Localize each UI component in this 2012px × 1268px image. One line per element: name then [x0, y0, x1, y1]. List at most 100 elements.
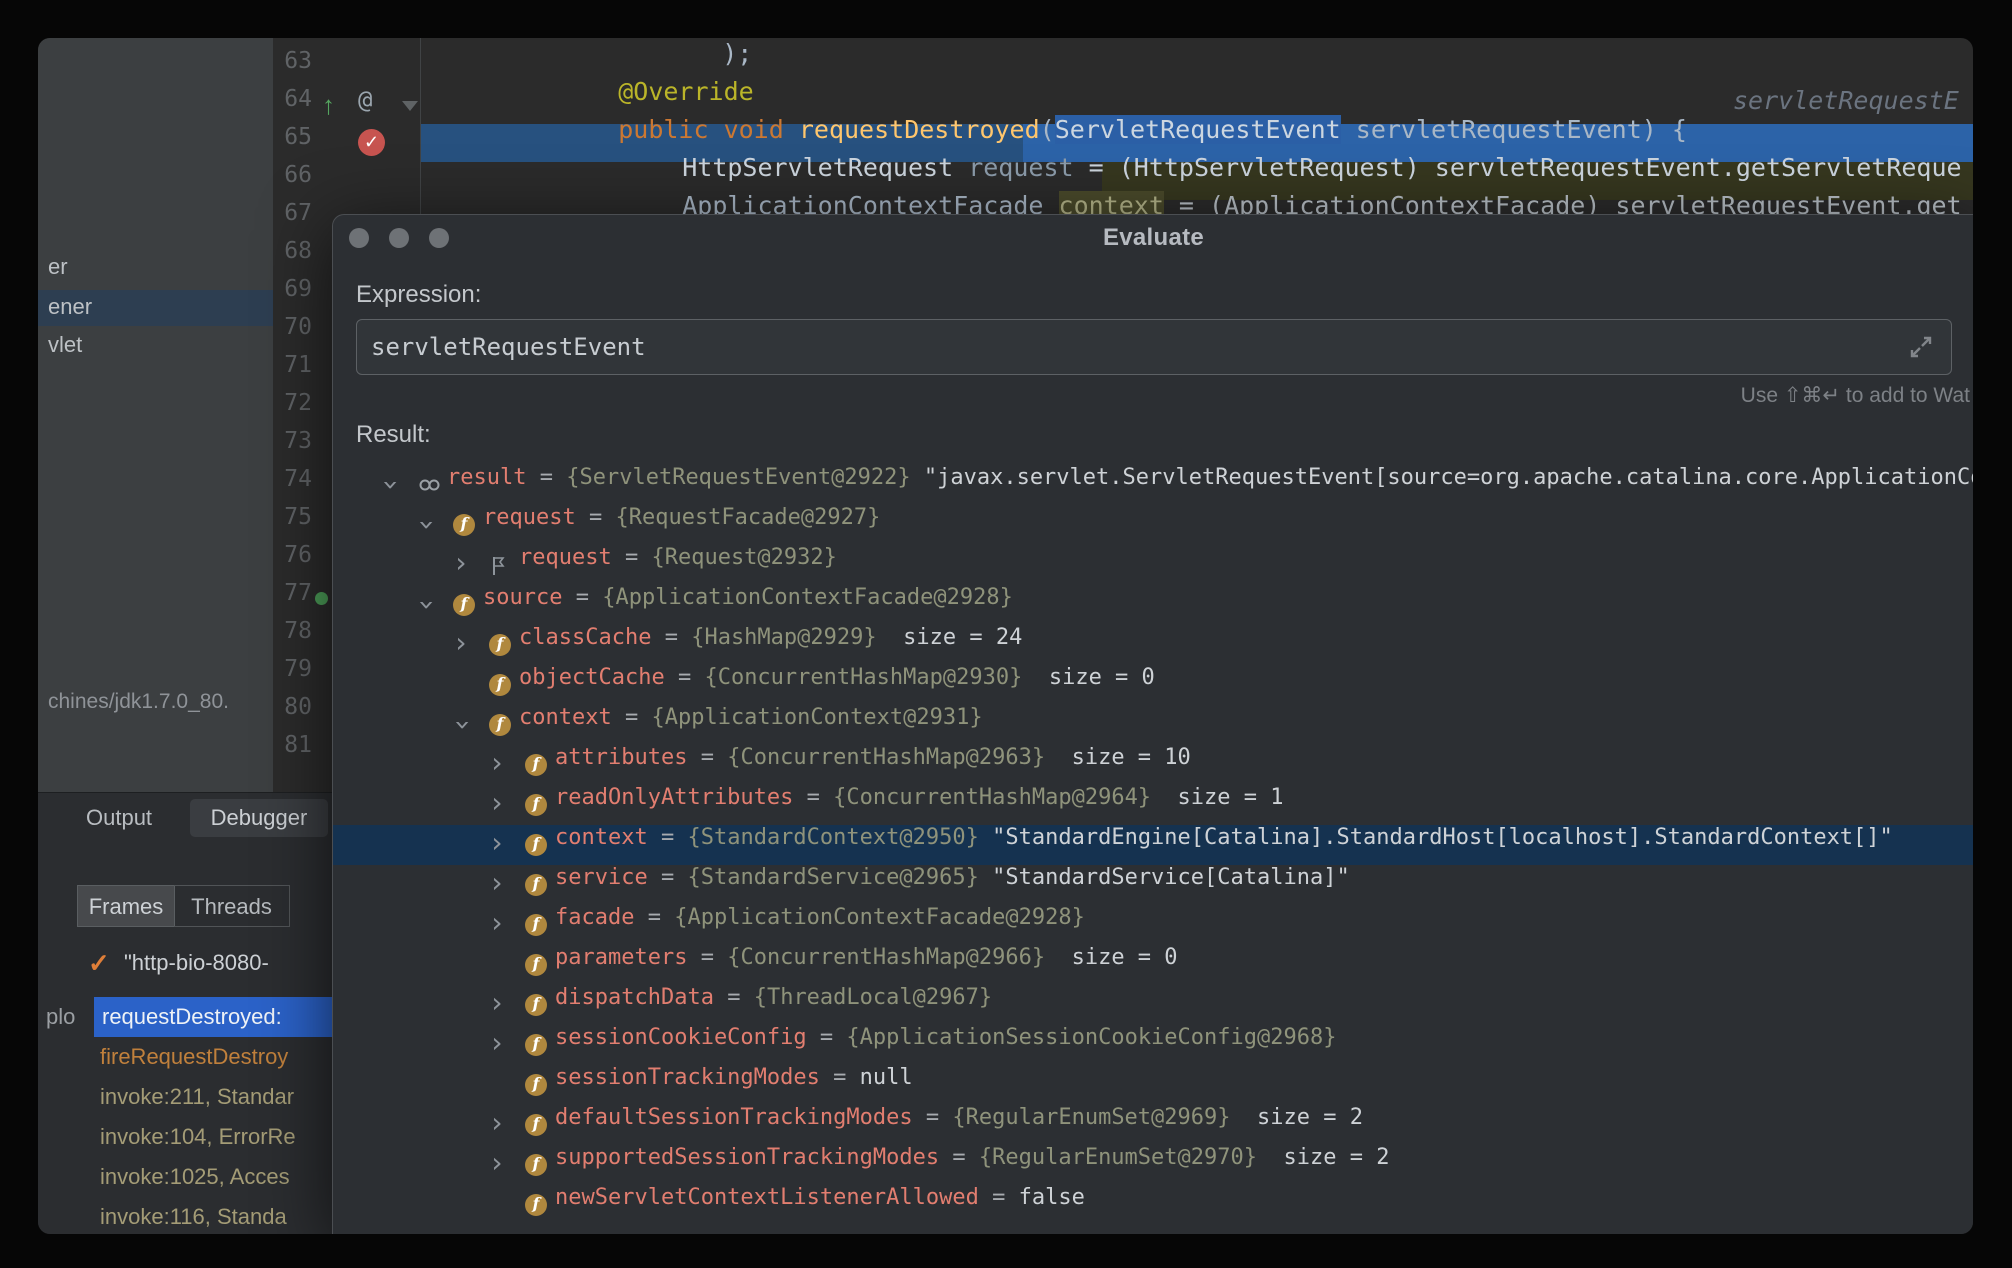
chevron-right-icon[interactable]: ›	[487, 865, 507, 905]
variable-value: {Request@2932}	[651, 545, 836, 570]
tree-row-text: context = {StandardContext@2950} "Standa…	[555, 825, 1893, 865]
breakpoint-icon[interactable]: ✓	[358, 129, 385, 156]
tree-row-facade[interactable]: ›ffacade = {ApplicationContextFacade@292…	[333, 905, 1973, 945]
tree-row-source[interactable]: ›fsource = {ApplicationContextFacade@292…	[333, 585, 1973, 625]
tree-row-text: classCache = {HashMap@2929} size = 24	[519, 625, 1022, 665]
stack-frame[interactable]: invoke:104, ErrorRe	[100, 1117, 296, 1157]
field-icon: f	[525, 1114, 547, 1136]
tree-row-sessionCookieConfig[interactable]: ›fsessionCookieConfig = {ApplicationSess…	[333, 1025, 1973, 1065]
chevron-right-icon[interactable]: ›	[487, 1145, 507, 1185]
chevron-right-icon[interactable]: ›	[487, 985, 507, 1025]
field-icon: f	[453, 514, 475, 536]
project-tree-item[interactable]: er	[48, 248, 68, 286]
variable-name: newServletContextListenerAllowed	[555, 1185, 979, 1210]
chevron-right-icon[interactable]: ›	[487, 1025, 507, 1065]
tree-row-text: request = {RequestFacade@2927}	[483, 505, 880, 545]
chevron-down-icon[interactable]: ›	[405, 515, 445, 535]
tree-row-text: context = {ApplicationContext@2931}	[519, 705, 983, 745]
variable-value: {ThreadLocal@2967}	[754, 985, 992, 1010]
tree-row-supportedSessionTrackingModes[interactable]: ›fsupportedSessionTrackingModes = {Regul…	[333, 1145, 1973, 1185]
chevron-right-icon[interactable]: ›	[487, 745, 507, 785]
tree-row-request[interactable]: ›request = {Request@2932}	[333, 545, 1973, 585]
variable-name: sessionTrackingModes	[555, 1065, 820, 1090]
variable-name: source	[483, 585, 562, 610]
variable-value: {RequestFacade@2927}	[615, 505, 880, 530]
chevron-down-icon[interactable]: ›	[405, 595, 445, 615]
ide-window: 63646566676869707172737475767778798081 ↑…	[38, 38, 1973, 1234]
field-icon: f	[525, 954, 547, 976]
stack-frame[interactable]: invoke:211, Standar	[100, 1077, 294, 1117]
equals-sign: =	[648, 825, 688, 850]
tree-row-dispatchData[interactable]: ›fdispatchData = {ThreadLocal@2967}	[333, 985, 1973, 1025]
equals-sign: =	[526, 465, 566, 490]
tree-row-objectCache[interactable]: f objectCache = {ConcurrentHashMap@2930} …	[333, 665, 1973, 705]
debug-tool-window: Output Debugger Frames Threads ✓ "http-b…	[38, 792, 332, 1234]
variable-name: service	[555, 865, 648, 890]
variable-extra: "javax.servlet.ServletRequestEvent[sourc…	[911, 465, 1973, 490]
tree-row-context[interactable]: ›fcontext = {StandardContext@2950} "Stan…	[333, 825, 1973, 865]
tree-row-classCache[interactable]: ›fclassCache = {HashMap@2929} size = 24	[333, 625, 1973, 665]
result-tree: ›result = {ServletRequestEvent@2922} "ja…	[333, 215, 1973, 1234]
variable-name: supportedSessionTrackingModes	[555, 1145, 939, 1170]
result-icon	[417, 474, 439, 496]
project-tree-item[interactable]: vlet	[48, 326, 82, 364]
variable-name: dispatchData	[555, 985, 714, 1010]
variable-extra: size = 0	[1022, 665, 1154, 690]
code-line-65[interactable]: HttpServletRequest request = (HttpServle…	[622, 124, 1962, 162]
fold-marker-icon[interactable]	[402, 101, 418, 111]
stack-frame[interactable]: requestDestroyed:	[94, 997, 332, 1037]
chevron-right-icon[interactable]: ›	[487, 785, 507, 825]
field-icon: f	[489, 674, 511, 696]
variable-value: {ApplicationContext@2931}	[651, 705, 982, 730]
tree-row-result[interactable]: ›result = {ServletRequestEvent@2922} "ja…	[333, 465, 1973, 505]
field-icon: f	[525, 1194, 547, 1216]
tree-row-text: readOnlyAttributes = {ConcurrentHashMap@…	[555, 785, 1284, 825]
variable-value: {ApplicationContextFacade@2928}	[674, 905, 1085, 930]
stack-frame[interactable]: fireRequestDestroy	[100, 1037, 288, 1077]
tree-row-attributes[interactable]: ›fattributes = {ConcurrentHashMap@2963} …	[333, 745, 1973, 785]
frames-list: requestDestroyed:fireRequestDestroyinvok…	[38, 793, 332, 1234]
chevron-right-icon[interactable]: ›	[451, 545, 471, 585]
variable-name: context	[555, 825, 648, 850]
evaluate-dialog: Evaluate Expression: Use ⇧⌘↵ to add to W…	[332, 214, 1973, 1234]
chevron-down-icon[interactable]: ›	[441, 715, 481, 735]
tree-row-sessionTrackingModes[interactable]: fsessionTrackingModes = null	[333, 1065, 1973, 1105]
tree-row-readOnlyAttributes[interactable]: ›freadOnlyAttributes = {ConcurrentHashMa…	[333, 785, 1973, 825]
green-marker-icon[interactable]	[315, 592, 328, 605]
field-icon: f	[489, 714, 511, 736]
code-line-63[interactable]: @Override	[558, 48, 754, 86]
stack-frame[interactable]: invoke:116, Standa	[100, 1197, 287, 1234]
tree-row-parameters[interactable]: fparameters = {ConcurrentHashMap@2966} s…	[333, 945, 1973, 985]
variable-extra: size = 10	[1045, 745, 1191, 770]
stack-frame[interactable]: invoke:1025, Acces	[100, 1157, 290, 1197]
code-line-66[interactable]: ApplicationContextFacade context = (Appl…	[622, 162, 1962, 200]
equals-sign: =	[793, 785, 833, 810]
tree-row-text: service = {StandardService@2965} "Standa…	[555, 865, 1350, 905]
equals-sign: =	[807, 1025, 847, 1050]
tree-row-newServletContextListenerAllowed[interactable]: fnewServletContextListenerAllowed = fals…	[333, 1185, 1973, 1225]
tree-row-request[interactable]: › f request = {RequestFacade@2927}	[333, 505, 1973, 545]
tree-row-service[interactable]: ›fservice = {StandardService@2965} "Stan…	[333, 865, 1973, 905]
variable-name: facade	[555, 905, 634, 930]
chevron-right-icon[interactable]: ›	[487, 905, 507, 945]
code-line-64[interactable]: public void requestDestroyed(ServletRequ…	[558, 86, 1687, 124]
project-tree-item[interactable]: ener	[48, 288, 92, 326]
variable-value: {StandardService@2965}	[687, 865, 978, 890]
tree-row-text: facade = {ApplicationContextFacade@2928}	[555, 905, 1085, 945]
chevron-right-icon[interactable]: ›	[451, 625, 471, 665]
variable-name: parameters	[555, 945, 687, 970]
tree-row-defaultSessionTrackingModes[interactable]: ›fdefaultSessionTrackingModes = {Regular…	[333, 1105, 1973, 1145]
chevron-right-icon[interactable]: ›	[487, 825, 507, 865]
equals-sign: =	[665, 665, 705, 690]
overriding-method-icon[interactable]: ↑	[322, 86, 335, 124]
tree-row-text: objectCache = {ConcurrentHashMap@2930} s…	[519, 665, 1155, 705]
equals-sign: =	[820, 1065, 860, 1090]
variable-extra: "StandardService[Catalina]"	[979, 865, 1350, 890]
tree-row-text: sessionTrackingModes = null	[555, 1065, 913, 1105]
tree-row-context[interactable]: › f context = {ApplicationContext@2931}	[333, 705, 1973, 745]
chevron-right-icon[interactable]: ›	[487, 1105, 507, 1145]
code-line-62[interactable]: );	[662, 38, 752, 48]
chevron-down-icon[interactable]: ›	[369, 475, 409, 495]
variable-extra: size = 0	[1045, 945, 1177, 970]
equals-sign: =	[714, 985, 754, 1010]
